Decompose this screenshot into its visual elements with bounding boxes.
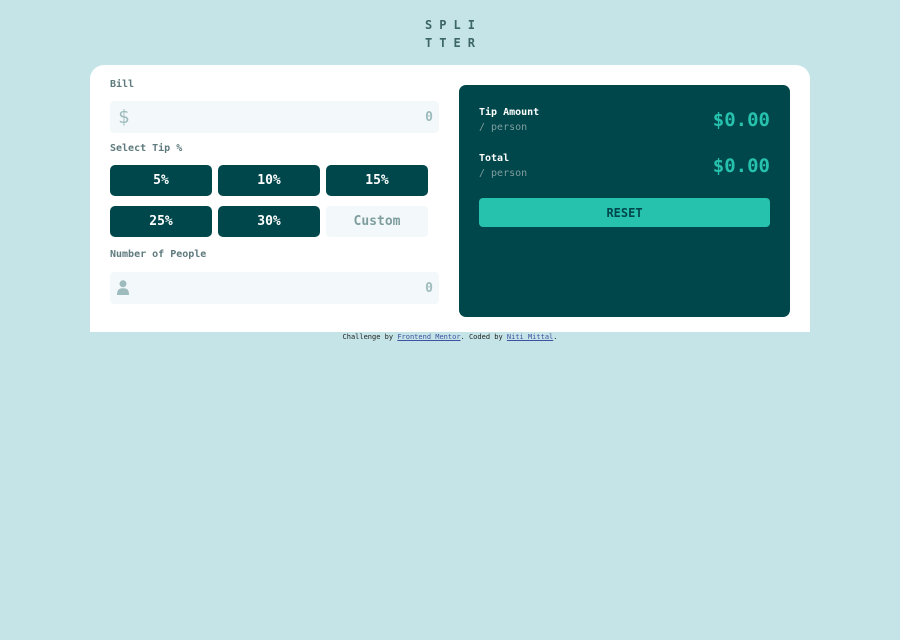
- total-value: $0.00: [712, 155, 770, 177]
- logo-line-1: SPLI: [425, 18, 482, 32]
- people-input[interactable]: [153, 278, 433, 298]
- tip-30-button[interactable]: 30%: [218, 206, 320, 237]
- frontend-mentor-link[interactable]: Frontend Mentor: [397, 333, 460, 341]
- logo-line-2: TTER: [425, 36, 482, 50]
- tip-amount-title: Tip Amount: [479, 107, 540, 118]
- tip-custom-input[interactable]: [326, 206, 428, 237]
- tip-amount-sub: / person: [479, 122, 528, 133]
- author-link[interactable]: Niti Mittal: [507, 333, 553, 341]
- bill-field[interactable]: $: [110, 101, 439, 133]
- dollar-icon: $: [118, 106, 130, 128]
- tip-amount-value: $0.00: [712, 109, 770, 131]
- tip-5-button[interactable]: 5%: [110, 165, 212, 196]
- app-logo: SPLI TTER: [0, 16, 900, 52]
- result-panel: Tip Amount / person $0.00 Total / person…: [459, 85, 790, 317]
- bill-label: Bill: [110, 79, 135, 90]
- select-tip-label: Select Tip %: [110, 143, 183, 154]
- attribution-middle: . Coded by: [460, 333, 507, 341]
- attribution-prefix: Challenge by: [342, 333, 398, 341]
- attribution-suffix: .: [553, 333, 558, 341]
- bill-input[interactable]: [153, 107, 433, 127]
- people-field[interactable]: [110, 272, 439, 304]
- people-label: Number of People: [110, 249, 207, 260]
- tip-25-button[interactable]: 25%: [110, 206, 212, 237]
- tip-10-button[interactable]: 10%: [218, 165, 320, 196]
- attribution: Challenge by Frontend Mentor. Coded by N…: [0, 332, 900, 342]
- total-title: Total: [479, 153, 510, 164]
- reset-button[interactable]: RESET: [479, 198, 770, 227]
- total-sub: / person: [479, 168, 528, 179]
- tip-15-button[interactable]: 15%: [326, 165, 428, 196]
- person-icon: [117, 278, 129, 300]
